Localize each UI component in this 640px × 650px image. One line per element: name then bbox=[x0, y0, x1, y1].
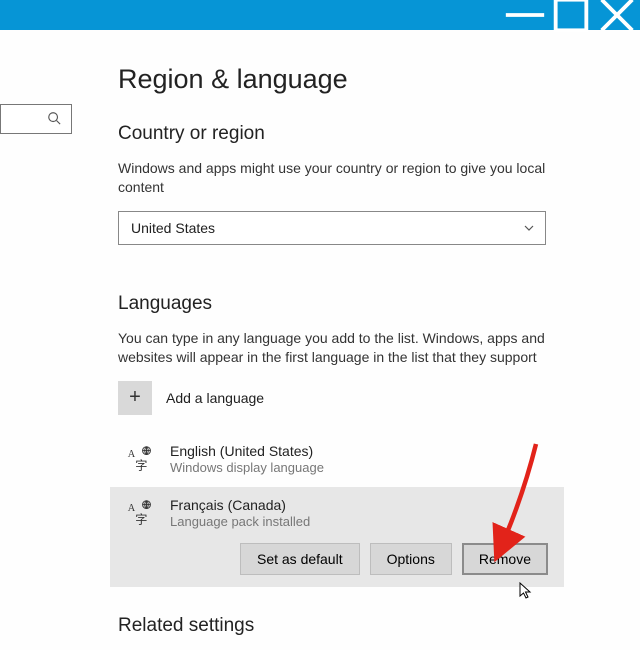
language-item-francais[interactable]: A 字 Français (Canada) Language pack inst… bbox=[110, 487, 564, 587]
minimize-button[interactable] bbox=[502, 0, 548, 30]
language-status: Windows display language bbox=[170, 460, 324, 475]
remove-button[interactable]: Remove bbox=[462, 543, 548, 575]
window-titlebar bbox=[0, 0, 640, 30]
region-description: Windows and apps might use your country … bbox=[118, 159, 548, 197]
country-selected: United States bbox=[131, 220, 215, 236]
language-status: Language pack installed bbox=[170, 514, 310, 529]
language-name: Français (Canada) bbox=[170, 497, 310, 513]
options-button[interactable]: Options bbox=[370, 543, 452, 575]
set-default-button[interactable]: Set as default bbox=[240, 543, 360, 575]
add-language-label: Add a language bbox=[166, 390, 264, 406]
languages-description: You can type in any language you add to … bbox=[118, 329, 548, 367]
page-title: Region & language bbox=[118, 64, 600, 95]
region-heading: Country or region bbox=[118, 123, 600, 145]
country-dropdown[interactable]: United States bbox=[118, 211, 546, 245]
chevron-down-icon bbox=[523, 222, 535, 234]
language-icon: A 字 bbox=[122, 497, 156, 531]
language-name: English (United States) bbox=[170, 443, 324, 459]
close-button[interactable] bbox=[594, 0, 640, 30]
svg-text:字: 字 bbox=[135, 511, 147, 526]
languages-heading: Languages bbox=[118, 293, 600, 315]
add-language-button[interactable]: + Add a language bbox=[118, 381, 556, 415]
related-heading: Related settings bbox=[118, 615, 600, 637]
language-item-english[interactable]: A 字 English (United States) Windows disp… bbox=[118, 433, 556, 487]
maximize-button[interactable] bbox=[548, 0, 594, 30]
plus-icon: + bbox=[118, 381, 152, 415]
language-icon: A 字 bbox=[122, 443, 156, 477]
svg-text:字: 字 bbox=[135, 457, 147, 472]
